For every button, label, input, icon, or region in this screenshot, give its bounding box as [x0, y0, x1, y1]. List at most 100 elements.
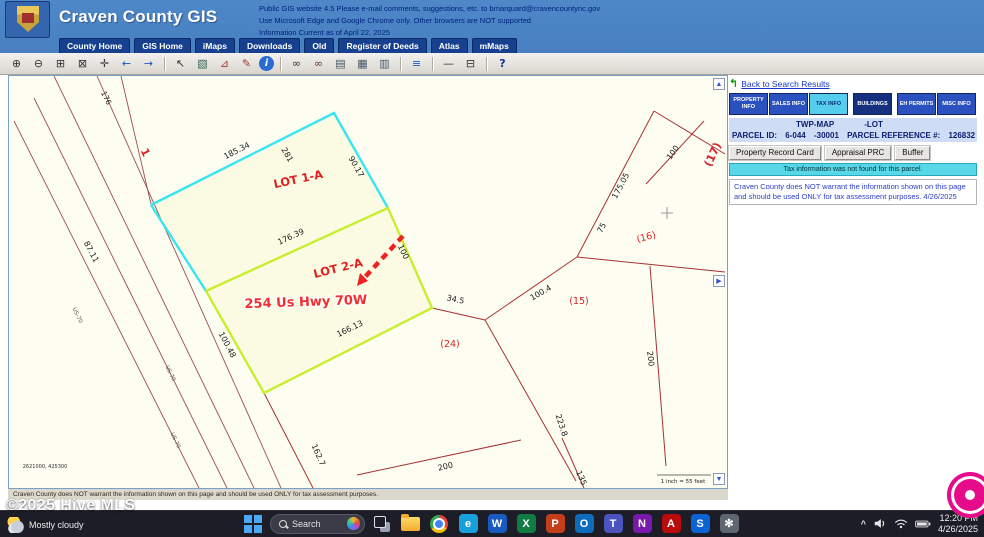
taskbar-app-outlook[interactable]: O — [573, 513, 595, 535]
print-tool-icon[interactable]: ⊟ — [461, 55, 480, 72]
task-view-button[interactable] — [373, 515, 391, 533]
identify-tool-icon[interactable]: i — [259, 56, 274, 71]
toolbar-separator — [400, 57, 401, 71]
lot-label: -LOT — [864, 120, 883, 129]
taskbar: Mostly cloudy Search eWXPOTNAS✻ ^ 12:20 … — [0, 510, 984, 537]
map-label: 135 — [574, 469, 588, 487]
file-explorer-icon — [401, 517, 420, 531]
edge-icon: e — [459, 514, 478, 533]
outlook-icon: O — [575, 514, 594, 533]
parcel-line — [577, 257, 725, 272]
tab-buildings[interactable]: BUILDINGS — [853, 93, 892, 115]
grid-cross-icon — [661, 207, 673, 219]
pan-tool-icon[interactable]: ✛ — [95, 55, 114, 72]
excel-icon: X — [517, 514, 536, 533]
map-label: 100 — [665, 144, 681, 162]
parcel-summary: TWP-MAP -LOT PARCEL ID: 6-044 -30001 PAR… — [729, 118, 977, 142]
map-label: (17) — [702, 140, 725, 168]
tab-eh-permits[interactable]: EH PERMITS — [897, 93, 936, 115]
taskbar-app-onenote[interactable]: N — [631, 513, 653, 535]
taskbar-app-powerpoint[interactable]: P — [544, 513, 566, 535]
header-info: Public GIS website 4.5 Please e-mail com… — [259, 3, 600, 39]
tab-sales-info[interactable]: SALES INFO — [769, 93, 808, 115]
onenote-icon: N — [633, 514, 652, 533]
buffer-button[interactable]: Buffer — [895, 146, 930, 160]
powerpoint-icon: P — [546, 514, 565, 533]
back-to-search-link[interactable]: Back to Search Results — [741, 79, 829, 89]
screen: Craven County GIS Public GIS website 4.5… — [0, 0, 984, 537]
parcel-line — [485, 320, 576, 481]
header-info-line-2: Use Microsoft Edge and Google Chrome onl… — [259, 15, 600, 27]
taskbar-app-edge[interactable]: e — [457, 513, 479, 535]
map-pan-up-button[interactable]: ▲ — [713, 78, 725, 90]
map-label: 175.05 — [610, 171, 631, 200]
select-area-tool-icon[interactable]: ▧ — [193, 55, 212, 72]
hidden-icons-icon[interactable]: ^ — [861, 519, 866, 529]
taskbar-app-chrome[interactable] — [428, 513, 450, 535]
map-svg: 185.3428190.17LOT 1-A176.39LOT 2-A100254… — [9, 76, 727, 488]
help-tool-icon[interactable]: ? — [493, 55, 512, 72]
adobe-acrobat-icon: A — [662, 514, 681, 533]
measure-tool-icon[interactable]: ⊿ — [215, 55, 234, 72]
toolbar-separator — [280, 57, 281, 71]
forward-tool-icon[interactable]: → — [139, 55, 158, 72]
find-address-tool-icon[interactable]: ∞ — [309, 55, 328, 72]
toolbar-separator — [486, 57, 487, 71]
map-label: 200 — [437, 460, 454, 472]
windows-logo-icon — [244, 515, 252, 523]
attribute-table-tool-icon[interactable]: ▤ — [331, 55, 350, 72]
taskbar-app-settings[interactable]: ✻ — [718, 513, 740, 535]
zoom-in-tool-icon[interactable]: ⊕ — [7, 55, 26, 72]
map-pan-down-button[interactable]: ▼ — [713, 473, 725, 485]
windows-logo-icon — [244, 525, 252, 533]
start-button[interactable] — [244, 515, 262, 533]
taskbar-app-file-explorer[interactable] — [399, 513, 421, 535]
grid-tool-icon[interactable]: ▦ — [353, 55, 372, 72]
tab-misc-info[interactable]: MISC INFO — [937, 93, 976, 115]
find-tool-icon[interactable]: ∞ — [287, 55, 306, 72]
select-pointer-tool-icon[interactable]: ↖ — [171, 55, 190, 72]
windows-logo-icon — [254, 525, 262, 533]
back-arrow-icon: ↰ — [729, 77, 738, 90]
taskbar-app-excel[interactable]: X — [515, 513, 537, 535]
back-tool-icon[interactable]: ← — [117, 55, 136, 72]
zoom-window-tool-icon[interactable]: ⊞ — [51, 55, 70, 72]
header-info-line-1: Public GIS website 4.5 Please e-mail com… — [259, 3, 600, 15]
taskbar-search[interactable]: Search — [270, 514, 365, 534]
taskbar-app-word[interactable]: W — [486, 513, 508, 535]
map-viewport[interactable]: 185.3428190.17LOT 1-A176.39LOT 2-A100254… — [8, 75, 728, 489]
map-label: US-70 — [71, 307, 84, 325]
measure-line-tool-icon[interactable]: — — [439, 55, 458, 72]
weather-label: Mostly cloudy — [29, 520, 84, 530]
tab-property-info[interactable]: PROPERTY INFO — [729, 93, 768, 115]
network-icon[interactable] — [894, 518, 908, 529]
chrome-icon — [430, 515, 448, 533]
layer-list-tool-icon[interactable]: ≡ — [407, 55, 426, 72]
map-label: US-70 — [164, 365, 177, 383]
clock-date: 4/26/2025 — [938, 524, 978, 535]
parcel-ref-label: PARCEL REFERENCE #: — [847, 131, 940, 140]
zoom-out-tool-icon[interactable]: ⊖ — [29, 55, 48, 72]
taskbar-app-adobe-acrobat[interactable]: A — [660, 513, 682, 535]
volume-icon[interactable] — [873, 518, 887, 529]
appraisal-prc-button[interactable]: Appraisal PRC — [825, 146, 891, 160]
map-label: (16) — [636, 230, 658, 246]
parcel-summary-row-1: TWP-MAP -LOT — [732, 120, 974, 129]
map-label: 1 inch = 55 feet — [661, 479, 706, 485]
search-icon — [279, 520, 287, 528]
tab-tax-info[interactable]: TAX INFO — [809, 93, 848, 115]
taskbar-weather-widget[interactable]: Mostly cloudy — [7, 517, 84, 533]
battery-icon[interactable] — [915, 519, 931, 529]
map-pan-right-button[interactable]: ▶ — [713, 275, 725, 287]
parcel-ref-value: 126832 — [948, 131, 975, 140]
taskbar-app-microsoft-store[interactable]: S — [689, 513, 711, 535]
map-label: 223.8 — [554, 413, 570, 438]
taskbar-dock: Search eWXPOTNAS ✻ — [244, 512, 740, 535]
zoom-full-extent-tool-icon[interactable]: ⊠ — [73, 55, 92, 72]
property-record-card-button[interactable]: Property Record Card — [729, 146, 821, 160]
taskbar-app-teams[interactable]: T — [602, 513, 624, 535]
parcel-lot-value: -30001 — [814, 131, 839, 140]
data-table-tool-icon[interactable]: ▥ — [375, 55, 394, 72]
parcel-id-value: 6-044 — [785, 131, 805, 140]
markup-tool-icon[interactable]: ✎ — [237, 55, 256, 72]
